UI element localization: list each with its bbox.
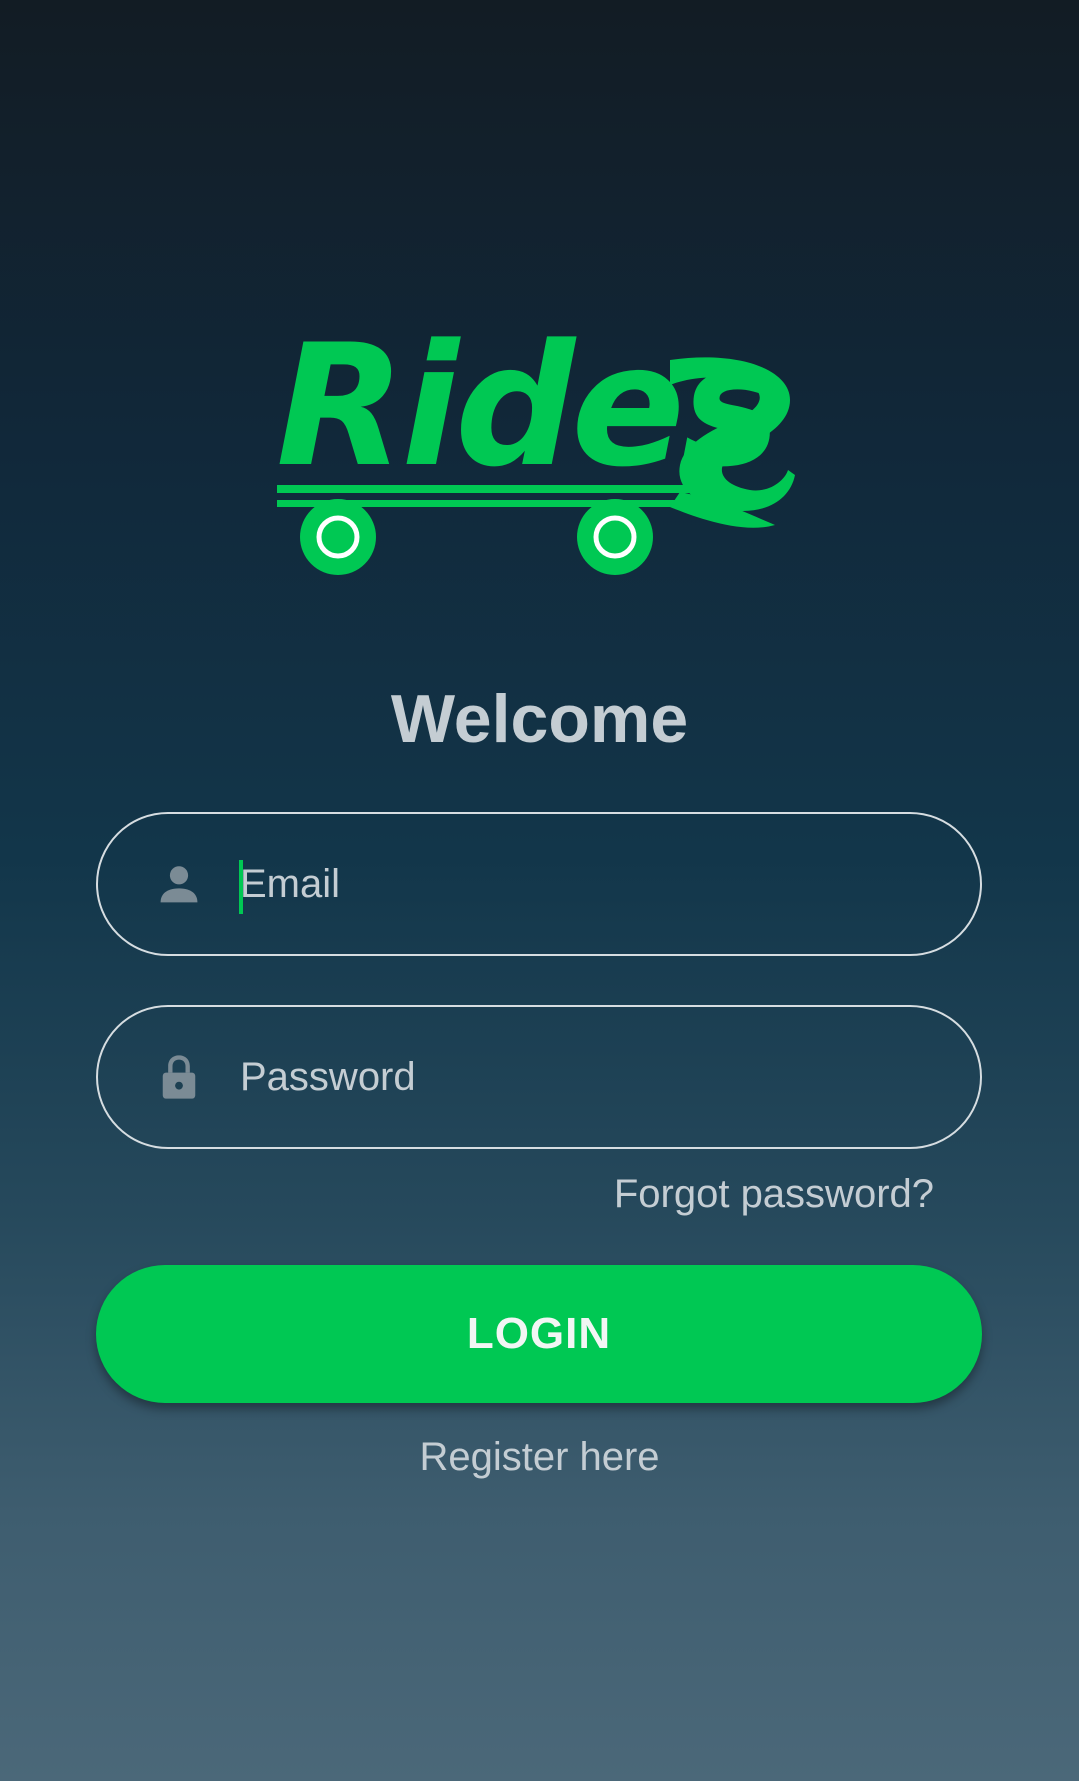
password-field[interactable] — [96, 1005, 982, 1149]
welcome-title: Welcome — [390, 681, 689, 757]
app-logo: Rides — [270, 322, 810, 590]
login-button[interactable]: LOGIN — [96, 1265, 982, 1403]
password-input[interactable] — [240, 1007, 940, 1147]
email-input[interactable] — [240, 814, 940, 954]
logo-text: Rides — [276, 308, 781, 504]
login-screen: Rides Welcome Forgot password? LOGIN Reg… — [0, 0, 1079, 1781]
forgot-password-link[interactable]: Forgot password? — [614, 1170, 934, 1218]
register-link[interactable]: Register here — [0, 1433, 1079, 1481]
text-cursor — [239, 860, 243, 914]
lock-icon — [162, 1055, 196, 1099]
email-field[interactable] — [96, 812, 982, 956]
person-icon — [160, 866, 198, 903]
